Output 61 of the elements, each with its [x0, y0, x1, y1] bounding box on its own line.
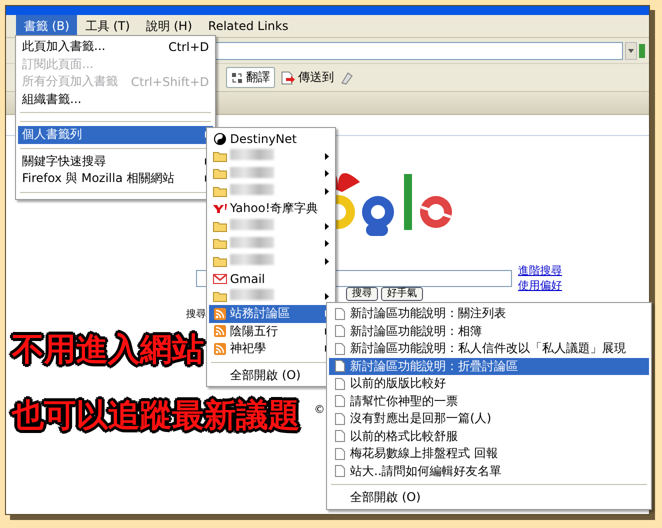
search-button[interactable]: 好手氣: [381, 287, 423, 301]
link[interactable]: 進階搜尋: [518, 264, 562, 278]
blurred-label: [230, 166, 274, 178]
menu-item[interactable]: 組織書籤...: [18, 90, 213, 108]
envelope-icon: [213, 274, 227, 284]
blurred-label: [230, 149, 274, 160]
copyright-text: ©: [314, 403, 325, 416]
menu-item[interactable]: 請幫忙你神聖的一票: [329, 392, 649, 410]
search-label: 搜尋: [186, 308, 206, 321]
page-icon: [335, 465, 345, 478]
page-icon: [335, 412, 345, 425]
menu-item[interactable]: Gmail: [209, 270, 333, 288]
menu-item[interactable]: 新討論區功能說明：相簿: [329, 322, 649, 340]
feed-icon: [214, 308, 226, 320]
translate-icon: [231, 72, 243, 84]
page-icon: [335, 448, 345, 460]
logo-icon: [213, 204, 227, 214]
page-icon: [335, 378, 345, 390]
feed-icon: [214, 325, 226, 338]
folder-icon: [213, 290, 227, 302]
go-icon[interactable]: [639, 44, 645, 58]
translate-button[interactable]: 翻譯: [226, 67, 275, 88]
folder-icon: [213, 168, 227, 180]
menu-bar-item[interactable]: 工具 (T): [77, 15, 138, 37]
blurred-label: [230, 254, 274, 266]
caption-text: 也可以追蹤最新議題: [12, 395, 300, 436]
folder-icon: [213, 238, 227, 250]
menu-item[interactable]: 新討論區功能說明：折疊討論區: [329, 358, 649, 375]
yin-yang-icon: [214, 132, 226, 145]
send-page-icon: [281, 70, 295, 84]
menu-item[interactable]: 新討論區功能說明：私人信件改以「私人議題」展現: [329, 340, 649, 358]
link[interactable]: 使用偏好: [518, 279, 562, 293]
caption-text: 不用進入網站: [12, 329, 204, 370]
menu-item[interactable]: 梅花易數線上排盤程式 回報: [329, 445, 649, 462]
feed-icon: [214, 342, 226, 355]
blurred-label: [230, 289, 274, 300]
menu-bar-item[interactable]: 書籤 (B): [16, 15, 78, 37]
eraser-icon[interactable]: [340, 70, 354, 84]
menu-item[interactable]: 沒有對應出是回那一篇(人): [329, 410, 649, 428]
page-icon: [335, 430, 345, 442]
search-button[interactable]: 搜尋: [346, 287, 378, 301]
page-icon: [335, 395, 345, 408]
dropdown-button[interactable]: [625, 42, 637, 60]
menu-item[interactable]: 個人書籤列: [18, 126, 213, 144]
menu-item[interactable]: 全部開啟 (O): [329, 489, 649, 506]
blurred-label: [230, 184, 274, 196]
blurred-label: [230, 236, 274, 248]
menu-bar-item[interactable]: 說明 (H): [138, 15, 200, 37]
folder-icon: [213, 186, 227, 197]
folder-icon: [213, 220, 227, 232]
menu-item[interactable]: 站大..請問如何編輯好友名單: [329, 462, 649, 480]
menu-item[interactable]: Yahoo!奇摩字典: [209, 200, 333, 218]
menu-bar-item[interactable]: Related Links: [200, 15, 296, 37]
blurred-label: [230, 219, 274, 230]
folder-icon: [213, 150, 227, 162]
caret-icon: [628, 48, 634, 52]
menu-item[interactable]: 以前的格式比較舒服: [329, 428, 649, 445]
menu-item[interactable]: 以前的版版比較好: [329, 375, 649, 392]
folder-icon: [213, 256, 227, 267]
send-to-button[interactable]: 傳送到: [279, 68, 336, 87]
menu-item[interactable]: 此頁加入書籤... Ctrl+D: [18, 38, 213, 56]
